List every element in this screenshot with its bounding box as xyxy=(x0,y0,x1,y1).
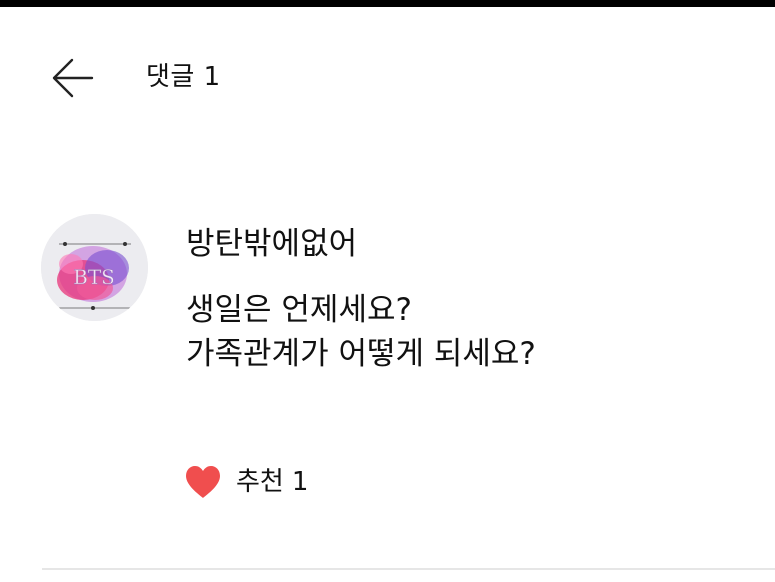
back-button[interactable] xyxy=(46,52,98,104)
arrow-left-icon xyxy=(52,58,94,98)
avatar[interactable]: BTS xyxy=(41,214,148,321)
page-title: 댓글 1 xyxy=(146,62,221,92)
status-bar xyxy=(0,0,775,7)
header: 댓글 1 xyxy=(0,50,775,106)
comment-body: 생일은 언제세요? 가족관계가 어떻게 되세요? xyxy=(186,288,536,376)
comment-body-line: 가족관계가 어떻게 되세요? xyxy=(186,336,536,372)
like-label: 추천 xyxy=(236,467,284,497)
avatar-text: BTS xyxy=(73,265,115,289)
divider xyxy=(42,568,775,570)
comment-author[interactable]: 방탄밖에없어 xyxy=(186,224,357,264)
heart-icon xyxy=(186,466,220,498)
like-button[interactable]: 추천 1 xyxy=(184,462,308,502)
like-count: 1 xyxy=(291,467,309,497)
avatar-image: BTS xyxy=(41,214,148,321)
comment-body-line: 생일은 언제세요? xyxy=(186,292,412,328)
